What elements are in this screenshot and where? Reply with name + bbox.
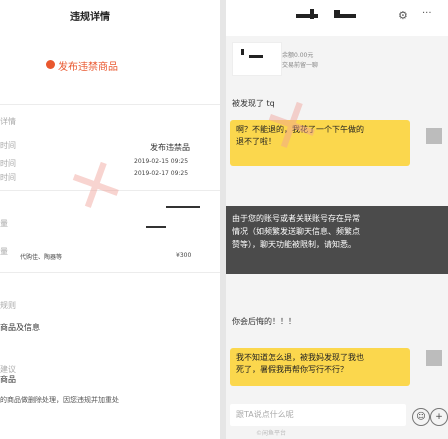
trade-hint: 交易前留一聊 — [282, 62, 319, 69]
page-title: 违规详情 — [70, 12, 110, 23]
label-quantity: 量 — [0, 247, 8, 256]
restriction-notice: 由于您的账号或者关联账号存在异常 情况（如频繁发送聊天信息、频繁点 赞等），聊天… — [226, 206, 448, 274]
section-goods: 商品及信息 — [0, 323, 40, 332]
label-detail: 详情 — [0, 117, 16, 126]
balance-text: 余额0.00元 — [282, 52, 314, 59]
label-time: 时间 — [0, 173, 16, 182]
redaction-mark — [166, 206, 200, 208]
section-suggestion: 建议 — [0, 365, 16, 374]
label-time: 时间 — [0, 159, 16, 168]
message-input[interactable]: 跟TA说点什么呢 — [230, 404, 406, 426]
section-product: 商品 — [0, 375, 16, 384]
divider — [0, 190, 220, 191]
time-start: 2019-02-15 09:25 — [134, 158, 189, 165]
product-description: 代购佳、陶器等 — [20, 254, 63, 261]
redacted-name — [338, 14, 356, 18]
section-rule: 规则 — [0, 301, 16, 310]
violation-name: 发布违禁品 — [150, 143, 190, 152]
avatar — [426, 350, 442, 366]
label-time: 时间 — [0, 141, 16, 150]
label-quantity: 量 — [0, 219, 8, 228]
gear-icon[interactable]: ⚙ — [398, 9, 408, 22]
penalty-note: 的商品做删除处理，因您违规并加重处 — [0, 396, 119, 404]
redacted-name — [296, 14, 318, 18]
product-price: ¥300 — [176, 252, 192, 259]
warning-dot-icon — [46, 60, 55, 69]
time-end: 2019-02-17 09:25 — [134, 170, 189, 177]
chat-bubble: 我不知道怎么退，被我妈发现了我也 死了，暑假我再帮你写行不行？ — [230, 348, 410, 386]
violation-detail-panel: 违规详情 发布违禁商品 详情 时间 时间 时间 发布违禁品 2019-02-15… — [0, 0, 220, 439]
divider — [0, 272, 220, 273]
chat-panel: ⚙ ··· 余额0.00元 交易前留一聊 被发现了 tq 啊？不能退的，我花了一… — [226, 0, 448, 439]
add-icon[interactable]: + — [430, 408, 448, 426]
redacted-name — [310, 9, 314, 19]
redaction-mark — [146, 226, 166, 228]
divider — [0, 104, 220, 105]
chat-message: 你会后悔的！！！ — [232, 317, 296, 326]
violation-type: 发布违禁商品 — [58, 62, 118, 73]
more-dots-icon[interactable]: ··· — [422, 8, 432, 19]
product-thumbnail[interactable] — [232, 42, 282, 76]
watermark: ✕ — [56, 142, 137, 232]
avatar — [426, 128, 442, 144]
platform-mark: ©闲鱼平台 — [256, 430, 287, 437]
chat-message: 被发现了 tq — [232, 99, 275, 108]
emoji-icon[interactable]: ☺ — [412, 408, 430, 426]
chat-bubble: 啊？不能退的，我花了一个下午做的 退不了啦！ — [230, 120, 410, 166]
chat-header: ⚙ ··· — [226, 0, 448, 36]
